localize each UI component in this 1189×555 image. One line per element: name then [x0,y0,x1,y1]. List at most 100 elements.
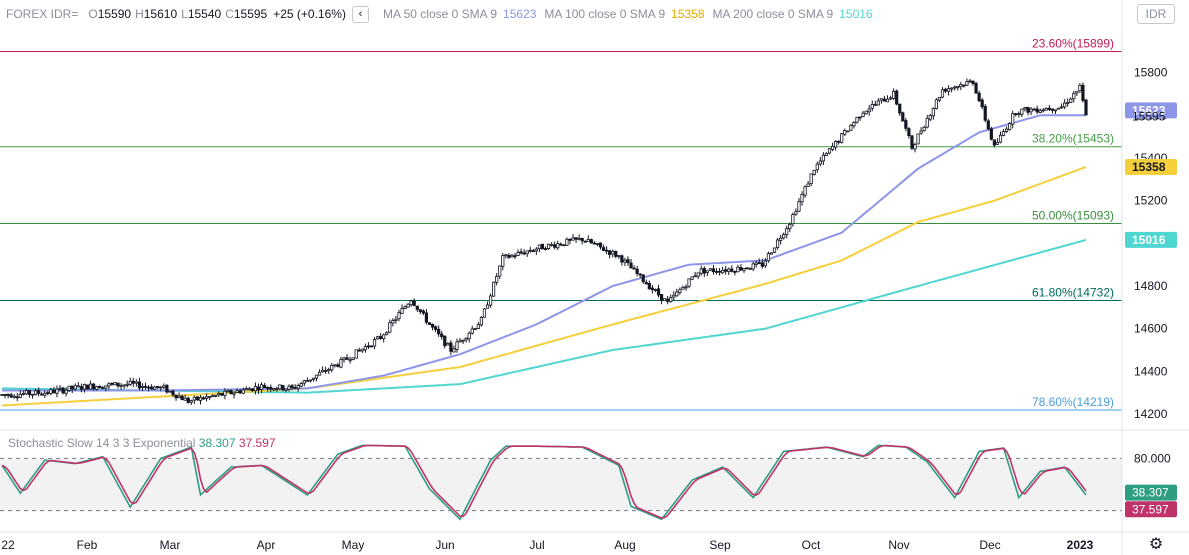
candle-body [913,144,917,150]
ma200-line [2,238,1087,394]
candle [88,380,93,390]
candle [650,285,655,294]
ma50-label[interactable]: MA 50 close 0 SMA 9 [383,7,497,21]
time-tick-label: Jul [529,538,544,552]
candle-body [974,82,978,94]
candle [1056,107,1061,110]
gear-icon[interactable]: ⚙ [1147,535,1165,553]
candle-body [296,385,300,389]
symbol-name[interactable]: FOREX IDR= [6,7,78,21]
ma100-label[interactable]: MA 100 close 0 SMA 9 [544,7,665,21]
candle-body [513,255,517,258]
candle-body [92,383,96,390]
candle [461,339,465,344]
currency-button[interactable]: IDR [1137,4,1175,24]
candle-body [52,389,56,394]
candle [317,369,322,376]
candle-body [388,322,392,333]
candle-body [253,386,258,392]
stochastic-pane[interactable] [0,444,1122,521]
collapse-legend-button[interactable]: ‹ [351,5,369,23]
candle-body [650,287,655,291]
candle-body [577,237,581,240]
candle [1072,90,1076,103]
candle [137,377,142,391]
candle-body [611,250,615,255]
candle-body [928,115,932,120]
candle-body [247,388,251,391]
candle-body [455,341,459,350]
candle [516,249,520,257]
candle-body [568,238,572,241]
stochastic-label[interactable]: Stochastic Slow 14 3 3 Exponential [8,436,195,450]
candle-body [333,364,337,367]
candle-body [675,291,679,297]
candle [953,85,957,91]
close-label: C [225,7,234,21]
candle-body [88,383,93,390]
candle-body [1056,107,1061,110]
candle-body [745,267,749,270]
candle-body [1001,131,1006,136]
candle-body [998,134,1003,143]
candle-body [40,393,44,396]
candle-body [375,336,380,340]
candle-body [598,242,603,248]
candle-body [620,255,624,263]
price-tick-label: 14800 [1134,279,1168,293]
price-pane[interactable]: 23.60%(15899) 38.20%(15453) 50.00%(15093) 6… [0,37,1122,411]
candle-body [211,395,215,398]
candle [907,127,911,139]
candle-body [363,346,367,351]
candle [372,337,377,350]
candle [409,299,413,307]
candle-body [892,90,896,99]
candle-body [870,104,874,109]
candle [626,256,630,266]
candle [150,384,154,390]
candle [375,335,380,340]
chart-canvas[interactable]: 23.60%(15899) 38.20%(15453) 50.00%(15093) 6… [0,0,1189,555]
candle-body [107,383,111,387]
candle-body [565,238,569,246]
candle [101,385,105,390]
candle [995,138,1000,145]
candle [433,325,438,333]
ma200-label[interactable]: MA 200 close 0 SMA 9 [713,7,834,21]
candle [40,392,44,396]
candle-body [592,242,596,245]
candle [989,126,993,141]
candle [714,268,719,275]
candle-body [644,282,648,285]
candle-body [525,250,529,255]
candle [876,98,880,106]
candle-body [855,116,859,123]
candle-body [800,194,804,203]
candle [311,377,316,382]
candle-body [165,384,169,393]
candle [785,225,789,239]
candle [119,383,123,390]
candle-body [797,201,801,212]
candle-body [769,252,774,255]
candle-body [727,268,731,272]
candle [803,185,807,198]
candle [913,142,917,153]
candle-body [617,255,621,257]
candle [324,366,328,375]
candle [711,265,716,275]
candle-body [809,173,813,184]
candle [974,81,978,94]
candle-body [217,393,221,396]
candle-body [37,390,41,394]
candle [834,140,838,151]
candle [9,392,13,398]
candle-body [907,128,911,137]
candle-body [394,318,398,321]
candle-body [189,400,193,403]
candle-body [427,322,432,325]
candle-body [406,303,410,308]
candle [864,110,868,115]
candle-body [314,374,319,379]
stochastic-badge: 38.307 [1125,484,1177,501]
